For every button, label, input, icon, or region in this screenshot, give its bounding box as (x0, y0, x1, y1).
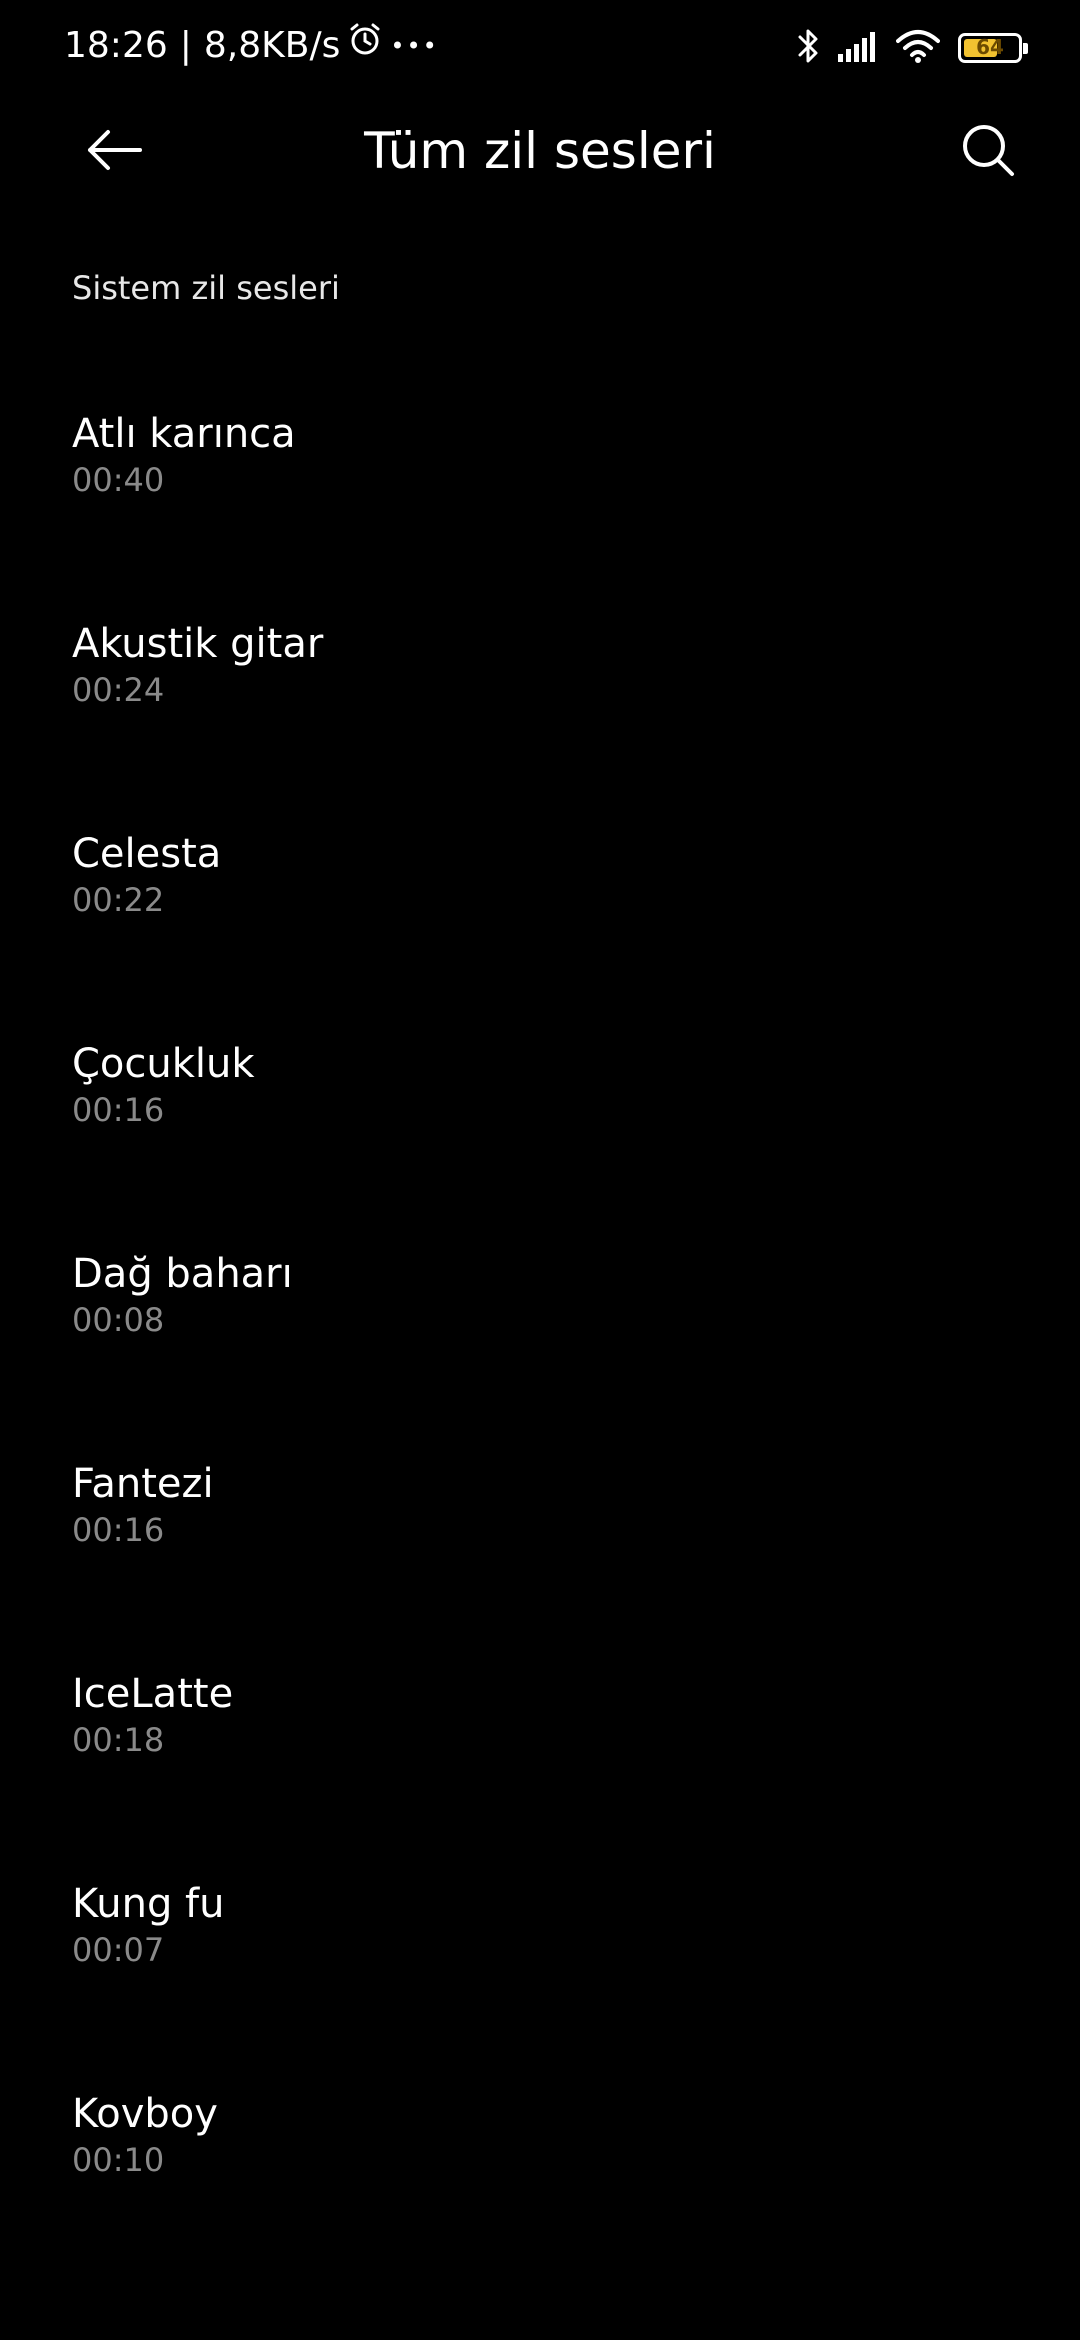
ringtone-title: Celesta (72, 831, 222, 877)
ringtone-title: Çocukluk (72, 1041, 255, 1087)
ringtone-duration: 00:18 (72, 1721, 165, 1759)
ringtone-item[interactable]: Celesta 00:22 (0, 760, 1080, 970)
page-title: Tüm zil sesleri (364, 122, 716, 180)
ringtone-item[interactable]: Kung fu 00:07 (0, 1810, 1080, 2020)
wifi-icon (896, 29, 940, 67)
ringtone-duration: 00:08 (72, 1301, 165, 1339)
battery-level: 64 (976, 35, 1004, 59)
status-bar-right: 64 (796, 26, 1028, 70)
ringtone-title: Atlı karınca (72, 411, 296, 457)
more-notifications-indicator: ••• (390, 32, 439, 60)
ringtone-title: Akustik gitar (72, 621, 324, 667)
ringtone-item[interactable]: Çocukluk 00:16 (0, 970, 1080, 1180)
status-separator: | (179, 25, 192, 66)
alarm-icon (346, 20, 384, 72)
ringtone-duration: 00:16 (72, 1511, 165, 1549)
ringtone-list: Atlı karınca 00:40 Akustik gitar 00:24 C… (0, 340, 1080, 2230)
ringtone-item[interactable]: Akustik gitar 00:24 (0, 550, 1080, 760)
signal-icon (838, 30, 878, 66)
ringtone-item[interactable]: Kovboy 00:10 (0, 2020, 1080, 2230)
status-bar-left: 18:26 | 8,8KB/s ••• (64, 20, 439, 72)
ringtone-item[interactable]: IceLatte 00:18 (0, 1600, 1080, 1810)
ringtone-title: Kung fu (72, 1881, 225, 1927)
network-speed: 8,8KB/s (203, 25, 341, 66)
search-button[interactable] (946, 110, 1030, 194)
ringtone-duration: 00:07 (72, 1931, 165, 1969)
ringtone-title: IceLatte (72, 1671, 234, 1717)
ringtone-duration: 00:10 (72, 2141, 165, 2179)
ringtone-item[interactable]: Atlı karınca 00:40 (0, 340, 1080, 550)
ringtone-title: Kovboy (72, 2091, 218, 2137)
battery-icon: 64 (958, 33, 1028, 63)
ringtone-duration: 00:40 (72, 461, 165, 499)
ringtone-duration: 00:22 (72, 881, 165, 919)
search-icon (960, 122, 1016, 182)
ringtone-title: Fantezi (72, 1461, 214, 1507)
bluetooth-icon (796, 27, 820, 69)
ringtone-duration: 00:16 (72, 1091, 165, 1129)
ringtone-item[interactable]: Dağ baharı 00:08 (0, 1180, 1080, 1390)
ringtone-item[interactable]: Fantezi 00:16 (0, 1390, 1080, 1600)
ringtone-title: Dağ baharı (72, 1251, 293, 1297)
section-header: Sistem zil sesleri (72, 269, 340, 307)
status-bar: 18:26 | 8,8KB/s ••• 64 (0, 0, 1080, 96)
app-bar: Tüm zil sesleri (0, 96, 1080, 208)
status-time: 18:26 (64, 25, 168, 66)
ringtone-duration: 00:24 (72, 671, 165, 709)
